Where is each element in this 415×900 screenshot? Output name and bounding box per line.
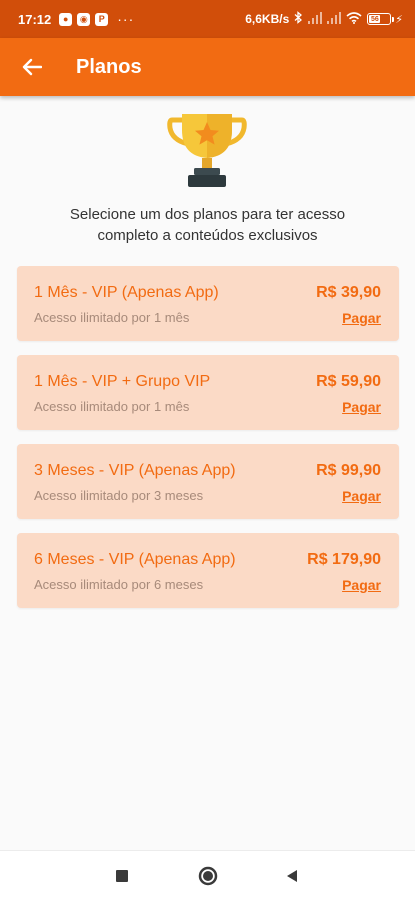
plan-name: 6 Meses - VIP (Apenas App) (34, 551, 236, 568)
pay-link[interactable]: Pagar (342, 577, 381, 593)
plan-card[interactable]: 1 Mês - VIP + Grupo VIP R$ 59,90 Acesso … (17, 355, 399, 430)
plan-card[interactable]: 3 Meses - VIP (Apenas App) R$ 99,90 Aces… (17, 444, 399, 519)
pay-link[interactable]: Pagar (342, 488, 381, 504)
intro-line-1: Selecione um dos planos para ter acesso (69, 206, 346, 223)
status-time: 17:12 (18, 11, 52, 27)
recents-button[interactable] (97, 851, 147, 900)
network-speed: 6,6KB/s (245, 12, 290, 26)
page-title: Planos (76, 55, 142, 78)
status-bar: 17:12 ● ◉ P ··· 6,6KB/s 56 ⚡ (0, 0, 415, 38)
recents-square-icon (116, 870, 128, 882)
app-bar: Planos (0, 38, 415, 96)
plan-list: 1 Mês - VIP (Apenas App) R$ 39,90 Acesso… (17, 266, 399, 622)
pay-link[interactable]: Pagar (342, 310, 381, 326)
more-notifications-icon: ··· (117, 11, 135, 27)
battery-icon: 56 ⚡ (367, 13, 403, 26)
home-button[interactable] (183, 851, 233, 900)
status-right: 6,6KB/s 56 ⚡ (245, 11, 403, 27)
plan-price: R$ 179,90 (307, 551, 381, 568)
arrow-left-icon (22, 58, 42, 76)
battery-level: 56 (369, 15, 381, 23)
notification-circle-icon: ● (59, 12, 73, 26)
plan-price: R$ 39,90 (316, 284, 381, 301)
plan-description: Acesso ilimitado por 1 mês (34, 310, 190, 325)
signal-icon-2 (327, 11, 342, 27)
intro-line-2: completo a conteúdos exclusivos (97, 227, 318, 244)
signal-icon (308, 11, 323, 27)
notification-p-icon: P (95, 12, 109, 26)
home-circle-icon (198, 866, 218, 886)
plan-description: Acesso ilimitado por 1 mês (34, 399, 190, 414)
plan-name: 1 Mês - VIP (Apenas App) (34, 284, 219, 301)
charging-icon: ⚡ (395, 13, 403, 26)
plan-description: Acesso ilimitado por 3 meses (34, 488, 204, 503)
pay-link[interactable]: Pagar (342, 399, 381, 415)
back-nav-button[interactable] (267, 851, 317, 900)
plan-name: 3 Meses - VIP (Apenas App) (34, 462, 236, 479)
plan-card[interactable]: 1 Mês - VIP (Apenas App) R$ 39,90 Acesso… (17, 266, 399, 341)
notification-ring-icon: ◉ (77, 12, 91, 26)
plan-name: 1 Mês - VIP + Grupo VIP (34, 373, 211, 390)
back-button[interactable] (12, 47, 52, 87)
plan-price: R$ 99,90 (316, 462, 381, 479)
system-nav-bar (0, 850, 415, 900)
bluetooth-icon (294, 11, 303, 27)
plan-card[interactable]: 6 Meses - VIP (Apenas App) R$ 179,90 Ace… (17, 533, 399, 608)
plan-price: R$ 59,90 (316, 373, 381, 390)
wifi-icon (346, 11, 362, 27)
intro-text: Selecione um dos planos para ter acesso … (20, 204, 395, 246)
plan-description: Acesso ilimitado por 6 meses (34, 577, 204, 592)
back-triangle-icon (287, 870, 297, 882)
trophy-icon (167, 114, 247, 187)
status-left: 17:12 ● ◉ P ··· (18, 11, 134, 27)
